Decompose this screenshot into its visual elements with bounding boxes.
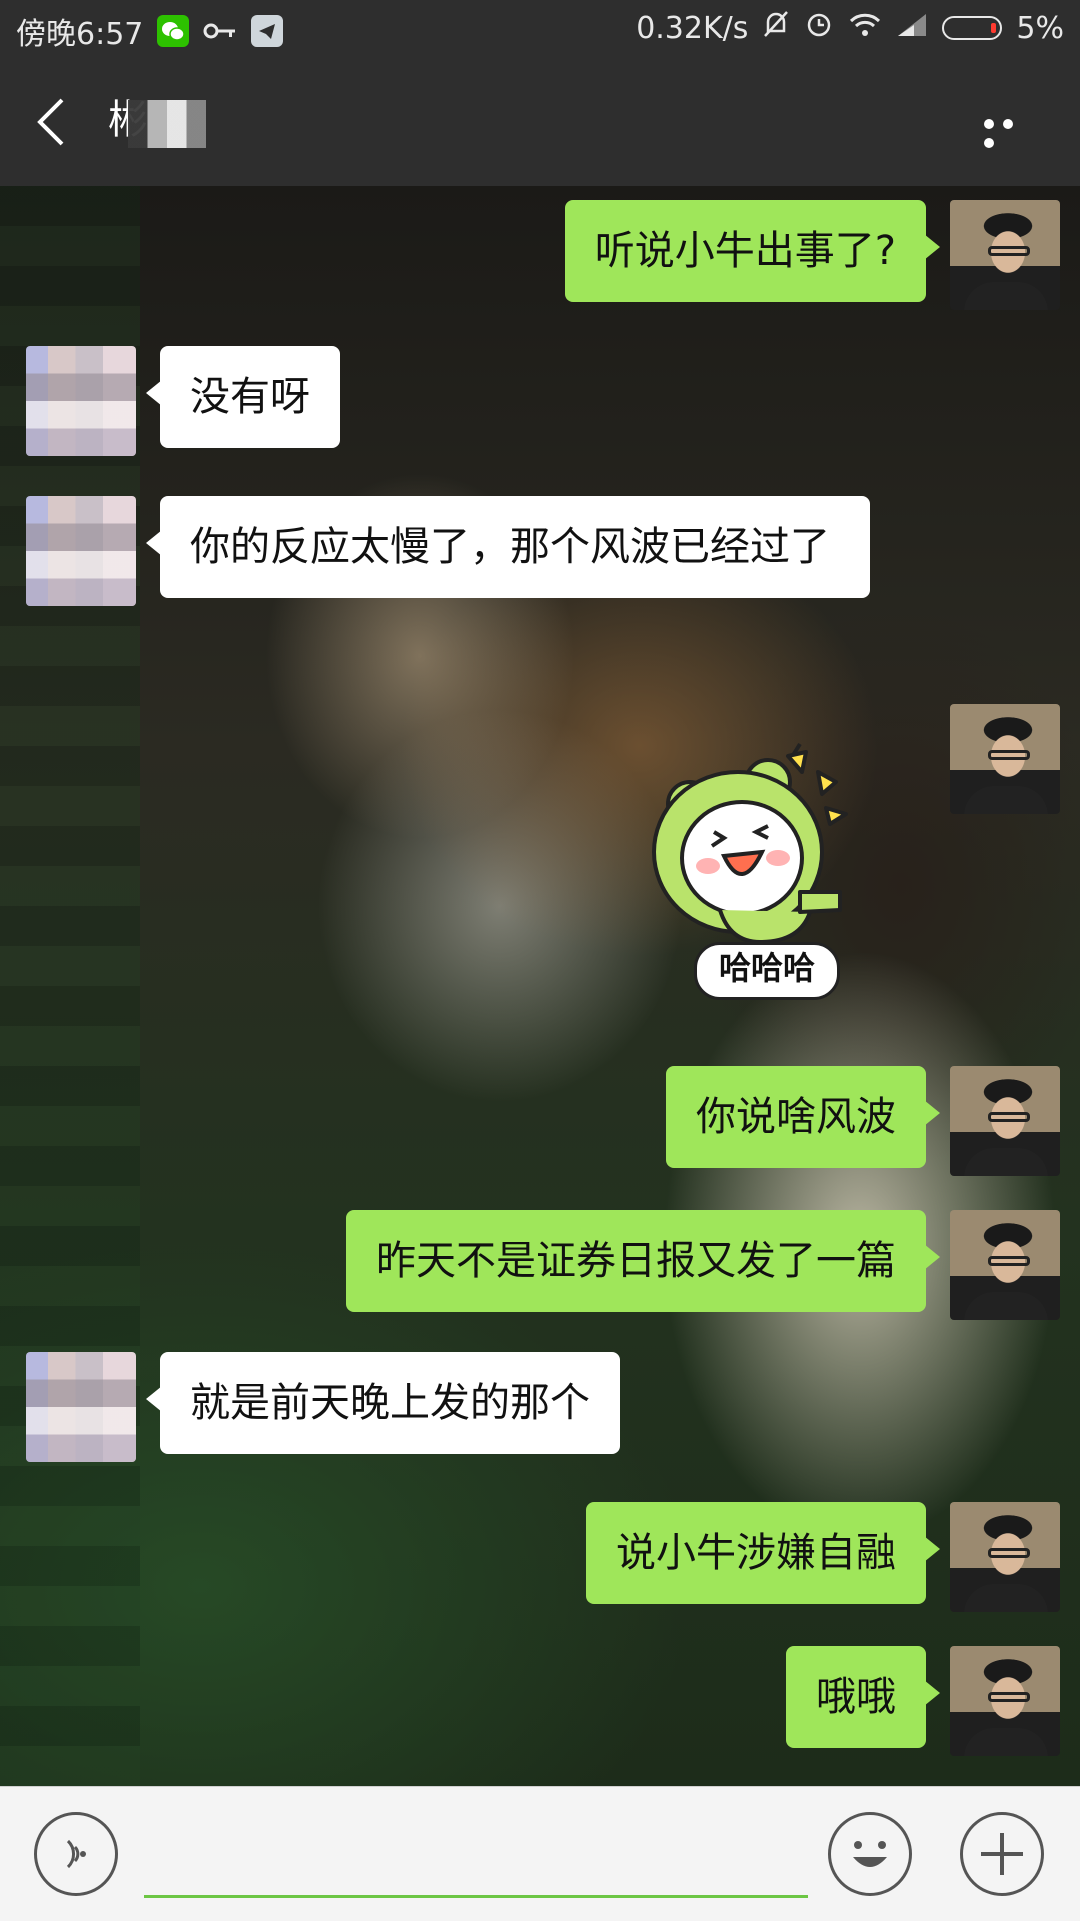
sticker-caption: 哈哈哈 xyxy=(694,942,840,1000)
signal-icon xyxy=(896,11,928,46)
telegram-icon xyxy=(251,15,284,47)
contact-avatar[interactable] xyxy=(26,496,136,606)
message-bubble-received[interactable]: 没有呀 xyxy=(146,346,340,448)
more-functions-button[interactable] xyxy=(960,1812,1044,1896)
my-avatar[interactable] xyxy=(950,200,1060,310)
message-row: 听说小牛出事了? xyxy=(564,200,1060,310)
voice-input-button[interactable] xyxy=(34,1812,118,1896)
voice-icon xyxy=(66,1839,86,1869)
message-row xyxy=(950,704,1060,814)
smiley-face-icon xyxy=(853,1841,887,1867)
alarm-icon xyxy=(804,9,834,47)
message-row: 没有呀 xyxy=(26,346,340,456)
my-avatar[interactable] xyxy=(950,1066,1060,1176)
wechat-icon xyxy=(157,15,190,47)
contact-avatar[interactable] xyxy=(26,1352,136,1462)
laughing-face-icon xyxy=(652,742,848,944)
message-input[interactable] xyxy=(144,1817,808,1898)
chat-header: 彬 xyxy=(0,56,1080,186)
status-time: 傍晚6:57 xyxy=(16,17,144,52)
message-bubble-sent[interactable]: 听说小牛出事了? xyxy=(564,200,941,302)
message-row: 说小牛涉嫌自融 xyxy=(586,1502,1060,1612)
message-bubble-received[interactable]: 你的反应太慢了，那个风波已经过了 xyxy=(146,496,870,598)
message-row: 你的反应太慢了，那个风波已经过了 xyxy=(26,496,870,606)
my-avatar[interactable] xyxy=(950,704,1060,814)
battery-percent: 5% xyxy=(1016,10,1064,46)
name-redaction-mosaic xyxy=(128,100,206,148)
my-avatar[interactable] xyxy=(950,1502,1060,1612)
laughing-sticker[interactable]: 哈哈哈 xyxy=(650,742,880,1012)
contact-avatar[interactable] xyxy=(26,346,136,456)
my-avatar[interactable] xyxy=(950,1646,1060,1756)
message-row: 你说啥风波 xyxy=(666,1066,1060,1176)
message-bubble-sent[interactable]: 说小牛涉嫌自融 xyxy=(586,1502,940,1604)
emoji-button[interactable] xyxy=(828,1812,912,1896)
my-avatar[interactable] xyxy=(950,1210,1060,1320)
chat-area[interactable]: 听说小牛出事了? 没有呀 你的反应太慢了，那个风波已经过了 哈哈哈 你说啥风波 … xyxy=(0,186,1080,1786)
key-icon xyxy=(203,14,237,49)
message-bubble-sent[interactable]: 哦哦 xyxy=(786,1646,940,1748)
mute-bell-icon xyxy=(762,9,790,47)
plus-icon xyxy=(981,1833,1023,1875)
message-row: 哦哦 xyxy=(786,1646,1060,1756)
message-bubble-sent[interactable]: 你说啥风波 xyxy=(666,1066,940,1168)
input-bar xyxy=(0,1786,1080,1921)
more-options-icon[interactable] xyxy=(984,114,1036,148)
status-bar: 傍晚6:57 0.32K/s 5% xyxy=(0,0,1080,56)
message-row: 昨天不是证券日报又发了一篇 xyxy=(346,1210,1060,1320)
back-arrow-icon[interactable] xyxy=(32,92,72,152)
message-bubble-sent[interactable]: 昨天不是证券日报又发了一篇 xyxy=(346,1210,940,1312)
message-row: 就是前天晚上发的那个 xyxy=(26,1352,620,1462)
battery-icon xyxy=(942,16,1003,40)
message-bubble-received[interactable]: 就是前天晚上发的那个 xyxy=(146,1352,620,1454)
wifi-icon xyxy=(848,11,882,46)
network-speed: 0.32K/s xyxy=(636,10,749,46)
